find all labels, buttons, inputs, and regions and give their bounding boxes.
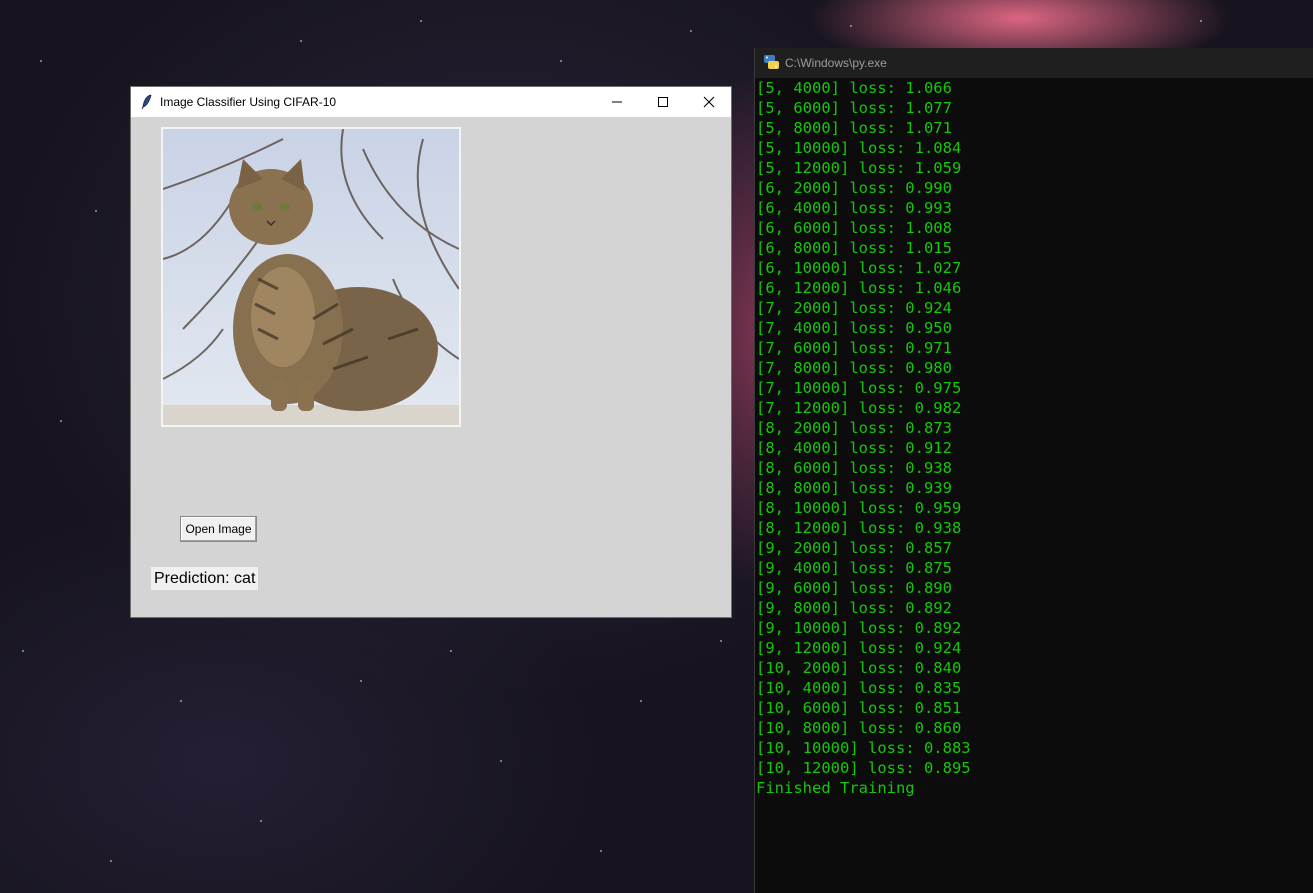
cat-photo [161, 127, 461, 427]
open-image-button[interactable]: Open Image [180, 516, 257, 542]
console-line: [7, 6000] loss: 0.971 [756, 339, 952, 357]
window-title: Image Classifier Using CIFAR-10 [160, 95, 337, 109]
window-titlebar[interactable]: Image Classifier Using CIFAR-10 [131, 87, 731, 117]
console-line: [8, 12000] loss: 0.938 [756, 519, 962, 537]
minimize-icon [612, 101, 622, 103]
console-title: C:\Windows\py.exe [785, 56, 887, 70]
console-line: [9, 8000] loss: 0.892 [756, 599, 952, 617]
console-line: [10, 4000] loss: 0.835 [756, 679, 962, 697]
console-line: [7, 2000] loss: 0.924 [756, 299, 952, 317]
console-line: [5, 6000] loss: 1.077 [756, 99, 952, 117]
console-line: [10, 8000] loss: 0.860 [756, 719, 962, 737]
console-line: [6, 4000] loss: 0.993 [756, 199, 952, 217]
console-line: [10, 10000] loss: 0.883 [756, 739, 971, 757]
close-icon [703, 96, 715, 108]
console-line: [7, 12000] loss: 0.982 [756, 399, 962, 417]
console-line: [5, 12000] loss: 1.059 [756, 159, 962, 177]
console-line: [9, 12000] loss: 0.924 [756, 639, 962, 657]
console-line: [7, 4000] loss: 0.950 [756, 319, 952, 337]
console-line: [8, 10000] loss: 0.959 [756, 499, 962, 517]
console-line: [6, 2000] loss: 0.990 [756, 179, 952, 197]
console-line: [8, 2000] loss: 0.873 [756, 419, 952, 437]
console-line: [5, 8000] loss: 1.071 [756, 119, 952, 137]
console-line: [10, 2000] loss: 0.840 [756, 659, 962, 677]
image-classifier-window: Image Classifier Using CIFAR-10 Open Ima… [131, 87, 731, 617]
console-line: [7, 10000] loss: 0.975 [756, 379, 962, 397]
console-line: [8, 8000] loss: 0.939 [756, 479, 952, 497]
console-output[interactable]: [5, 4000] loss: 1.066 [5, 6000] loss: 1.0… [756, 78, 1311, 798]
close-button[interactable] [686, 87, 732, 117]
maximize-button[interactable] [640, 87, 686, 117]
feather-icon [140, 94, 154, 110]
maximize-icon [658, 97, 668, 107]
minimize-button[interactable] [594, 87, 640, 117]
console-line: [9, 10000] loss: 0.892 [756, 619, 962, 637]
console-line: [10, 6000] loss: 0.851 [756, 699, 962, 717]
console-line: [5, 10000] loss: 1.084 [756, 139, 962, 157]
python-icon [763, 54, 780, 71]
console-line: [6, 6000] loss: 1.008 [756, 219, 952, 237]
console-line: [6, 12000] loss: 1.046 [756, 279, 962, 297]
console-line: [6, 10000] loss: 1.027 [756, 259, 962, 277]
console-line: [5, 4000] loss: 1.066 [756, 79, 952, 97]
console-line: [8, 6000] loss: 0.938 [756, 459, 952, 477]
console-line: [8, 4000] loss: 0.912 [756, 439, 952, 457]
console-line: [9, 4000] loss: 0.875 [756, 559, 952, 577]
console-line: Finished Training [756, 779, 915, 797]
console-line: [9, 6000] loss: 0.890 [756, 579, 952, 597]
prediction-label: Prediction: cat [151, 567, 259, 590]
console-titlebar[interactable]: C:\Windows\py.exe [755, 48, 1313, 78]
console-line: [9, 2000] loss: 0.857 [756, 539, 952, 557]
console-line: [10, 12000] loss: 0.895 [756, 759, 971, 777]
console-line: [7, 8000] loss: 0.980 [756, 359, 952, 377]
console-line: [6, 8000] loss: 1.015 [756, 239, 952, 257]
console-window: C:\Windows\py.exe [5, 4000] loss: 1.066[… [754, 48, 1313, 893]
